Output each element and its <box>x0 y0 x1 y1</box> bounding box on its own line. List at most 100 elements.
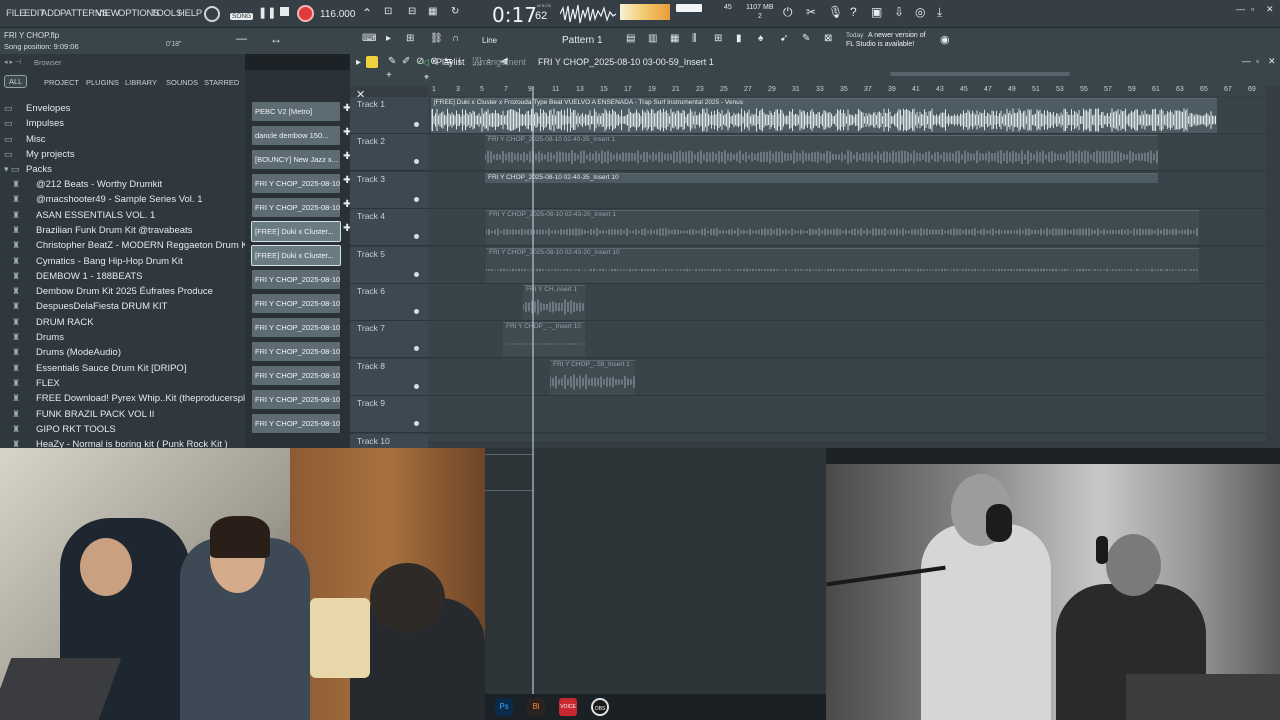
pack-item[interactable]: ♜ FREE Download! Pyrex Whip..Kit (theprod… <box>0 392 245 407</box>
pack-item[interactable]: ♜ Cymatics - Bang Hip-Hop Drum Kit <box>0 255 245 270</box>
track-header[interactable]: Track 6 <box>350 284 428 321</box>
track-mute-led[interactable] <box>414 309 419 314</box>
channel-button[interactable]: dancle dembow 150... <box>252 126 340 145</box>
step-edit-icon[interactable]: ▦ <box>428 6 437 17</box>
wait-icon[interactable]: ⊡ <box>384 6 392 17</box>
channel-button[interactable]: FRI Y CHOP_2025-08-10... <box>252 318 340 337</box>
audio-clip[interactable]: FRI Y CHOP_2025-08-10 02-43-20_Insert 10 <box>486 247 1199 283</box>
playhead[interactable] <box>532 86 534 694</box>
plugin-picker-icon[interactable]: ▮ <box>736 33 742 44</box>
tab-sounds[interactable]: SOUNDS <box>166 78 198 87</box>
folder-envelopes[interactable]: ▭ Envelopes <box>0 102 245 117</box>
playlist-play-icon[interactable]: ◁ <box>422 57 429 68</box>
channel-button[interactable]: PEBC V2 [Metro] <box>252 102 340 121</box>
pack-item[interactable]: ♜ GIPO RKT TOOLS <box>0 423 245 438</box>
menu-add[interactable]: ADD <box>41 8 61 19</box>
tool-icon[interactable]: ♠ <box>758 33 763 44</box>
snap-select[interactable]: Line <box>482 36 497 45</box>
pack-item[interactable]: ♜ Dembow Drum Kit 2025 Éufrates Produce <box>0 285 245 300</box>
pack-item[interactable]: ♜ Drums (ModeAudio) <box>0 346 245 361</box>
tab-all[interactable]: ALL <box>4 75 28 88</box>
playlist-arrow-icon[interactable]: ▸ <box>356 57 361 68</box>
folder-impulses[interactable]: ▭ Impulses <box>0 117 245 132</box>
pack-item[interactable]: ♜ DespuesDelaFiesta DRUM KIT <box>0 300 245 315</box>
track-header[interactable]: Track 5 <box>350 246 428 284</box>
track-lane[interactable] <box>428 433 1266 443</box>
maximize-icon[interactable]: ▫ <box>1251 4 1254 14</box>
play-pattern-icon[interactable]: ▸ <box>386 33 391 44</box>
magnet-snap-icon[interactable] <box>366 56 378 68</box>
countdown-icon[interactable]: ⊟ <box>408 6 416 17</box>
piano-roll-icon[interactable]: ▥ <box>648 33 657 44</box>
pack-item[interactable]: ♜ FUNK BRAZIL PACK VOL II <box>0 408 245 423</box>
tab-library[interactable]: LIBRARY <box>125 78 157 87</box>
track-header[interactable]: Track 3 <box>350 171 428 209</box>
track-header[interactable]: Track 7 <box>350 321 428 359</box>
minus-icon[interactable]: — <box>236 33 247 45</box>
tempo-display[interactable]: 116.000 <box>320 9 355 20</box>
playlist-icon[interactable]: ▤ <box>626 33 635 44</box>
record-button[interactable] <box>297 5 314 22</box>
pause-icon[interactable]: ❚❚ <box>258 6 276 19</box>
folder-my-projects[interactable]: ▭ My projects <box>0 148 245 163</box>
track-mute-led[interactable] <box>414 159 419 165</box>
audio-clip[interactable]: FRI Y CHOP_..59_Insert 1 <box>550 359 635 395</box>
pack-item[interactable]: ♜ DRUM RACK <box>0 316 245 331</box>
track-mute-led[interactable] <box>414 196 419 202</box>
browser-icon[interactable]: ⊞ <box>714 33 722 44</box>
stop-icon[interactable] <box>280 7 289 16</box>
tab-starred[interactable]: STARRED <box>204 78 239 87</box>
edison-icon[interactable]: ➹ <box>780 33 788 44</box>
audio-clip[interactable]: FRI Y CHOP_..._Insert 10 <box>503 322 585 358</box>
pattern-select[interactable]: Pattern 1 <box>562 35 603 46</box>
typing-icon[interactable]: ⊞ <box>406 33 414 44</box>
channel-rack-icon[interactable]: ▦ <box>670 33 679 44</box>
audio-clip[interactable]: FRI Y CHOP_2025-08-10 02-43-20_Insert 1 <box>486 210 1199 246</box>
chat-icon[interactable]: ◎ <box>915 5 925 19</box>
reset-icon[interactable]: ⏻ <box>783 5 793 20</box>
track-header[interactable]: Track 9 <box>350 396 428 434</box>
pack-item[interactable]: ♜ @macshooter49 - Sample Series Vol. 1 <box>0 193 245 208</box>
audio-clip[interactable]: FRI Y CHOP_2025-08-10 02-40-35_Insert 10 <box>485 172 1158 183</box>
taskbar-obs[interactable]: OBS <box>591 698 609 716</box>
menu-view[interactable]: VIEW <box>96 8 120 19</box>
folder-misc[interactable]: ▭ Misc <box>0 133 245 148</box>
menu-help[interactable]: HELP <box>178 8 202 19</box>
time-display[interactable]: 0:17 <box>492 3 537 27</box>
link-icon[interactable]: ⛓ <box>430 33 443 44</box>
audio-clip[interactable]: FRI Y CHOP_2025-08-10 02-40-35_Insert 1 <box>485 135 1158 171</box>
playlist-minimize-icon[interactable]: — <box>1242 56 1251 66</box>
taskbar-voicemeeter[interactable]: VOICE <box>559 698 577 716</box>
mic-icon[interactable]: 🎙 <box>828 5 843 19</box>
minimize-icon[interactable]: — <box>1236 4 1245 14</box>
channel-button[interactable]: FRI Y CHOP_2025-08-10... <box>252 294 340 313</box>
track-lane[interactable] <box>428 396 1266 434</box>
pack-item[interactable]: ♜ ASAN ESSENTIALS VOL. 1 <box>0 209 245 224</box>
channel-button[interactable]: FRI Y CHOP_2025-08-10... <box>252 390 340 409</box>
playlist-maximize-icon[interactable]: ▫ <box>1256 56 1259 66</box>
playlist-scrollbar[interactable] <box>890 72 1070 76</box>
channel-button[interactable]: [FREE] Duki x Cluster... <box>251 245 341 266</box>
menu-file[interactable]: FILE <box>6 8 25 19</box>
draw-tool-icon[interactable]: ✎ <box>388 56 396 67</box>
close-icon[interactable]: ✕ <box>1266 4 1274 15</box>
channel-button[interactable]: FRI Y CHOP_2025-08-10... <box>252 342 340 361</box>
paint-tool-icon[interactable]: ✐ <box>402 56 410 67</box>
export-icon[interactable]: ⇩ <box>894 5 904 19</box>
channel-button[interactable]: FRI Y CHOP_2025-08-10... <box>252 414 340 433</box>
playlist-close-icon[interactable]: ✕ <box>1268 56 1276 67</box>
misc-icon[interactable]: ⊠ <box>824 33 832 44</box>
track-mute-led[interactable] <box>414 271 419 277</box>
pack-item[interactable]: ♜ Drums <box>0 331 245 346</box>
track-header[interactable]: Track 4 <box>350 209 428 247</box>
pack-item[interactable]: ♜ Brazilian Funk Drum Kit @travabeats <box>0 224 245 239</box>
channel-button[interactable]: FRI Y CHOP_2025-08-10... <box>252 174 340 193</box>
update-msg-2[interactable]: FL Studio is available! <box>846 41 914 48</box>
pack-item[interactable]: ♜ FLEX <box>0 377 245 392</box>
update-msg-1[interactable]: A newer version of <box>868 32 926 39</box>
channel-button[interactable]: [FREE] Duki x Cluster... <box>251 221 341 242</box>
song-mode-badge[interactable]: SONG <box>230 13 254 20</box>
pack-item[interactable]: ♜ Christopher BeatZ - MODERN Reggaeton Dr… <box>0 239 245 254</box>
pat-song-knob[interactable] <box>204 6 220 22</box>
track-mute-led[interactable] <box>414 122 419 127</box>
